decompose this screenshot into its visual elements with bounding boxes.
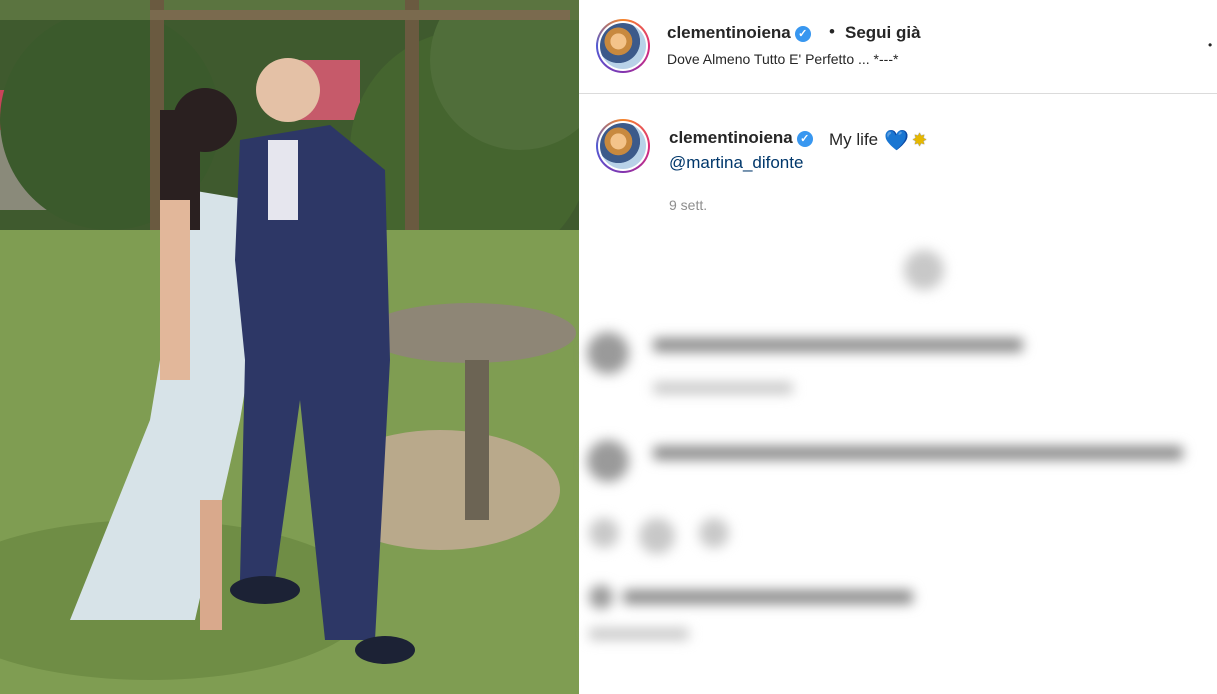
verified-badge-icon: ✓ <box>796 131 813 147</box>
author-avatar[interactable] <box>596 19 650 73</box>
loading-spinner-icon <box>904 250 944 290</box>
like-icon <box>589 518 619 548</box>
caption-mention-link[interactable]: @martina_difonte <box>669 153 803 173</box>
liker-avatar <box>589 585 613 609</box>
heart-emoji-icon: 💙 <box>884 130 910 152</box>
blurred-comments-area <box>579 230 1217 694</box>
author-username[interactable]: clementinoiena ✓ <box>667 23 811 43</box>
comment-text <box>653 446 1183 460</box>
audio-track-link[interactable]: Dove Almeno Tutto E' Perfetto ... *---* <box>667 51 898 67</box>
comment-text <box>653 338 1023 352</box>
post-details-panel: clementinoiena ✓ • Segui già Dove Almeno … <box>579 0 1217 694</box>
caption-text: My life 💙 ✸ <box>829 130 928 152</box>
likes-text <box>623 590 913 604</box>
comment-avatar <box>587 332 629 374</box>
comment-meta <box>653 382 793 394</box>
post-header: clementinoiena ✓ • Segui già Dove Almeno … <box>579 0 1217 94</box>
comment-avatar <box>587 440 629 482</box>
comment-icon <box>639 518 675 554</box>
post-date[interactable]: 9 sett. <box>669 197 707 213</box>
more-options-icon[interactable]: • <box>1208 38 1212 52</box>
caption-username[interactable]: clementinoiena ✓ <box>669 128 813 148</box>
header-separator: • <box>829 22 835 41</box>
likes-meta <box>589 628 689 640</box>
verified-badge-icon: ✓ <box>794 26 811 42</box>
photo-scene <box>0 0 579 694</box>
share-icon <box>699 518 729 548</box>
post-photo[interactable] <box>0 0 579 694</box>
sparkle-emoji-icon: ✸ <box>912 130 928 150</box>
follow-status-button[interactable]: Segui già <box>845 23 921 43</box>
caption-avatar[interactable] <box>596 119 650 173</box>
